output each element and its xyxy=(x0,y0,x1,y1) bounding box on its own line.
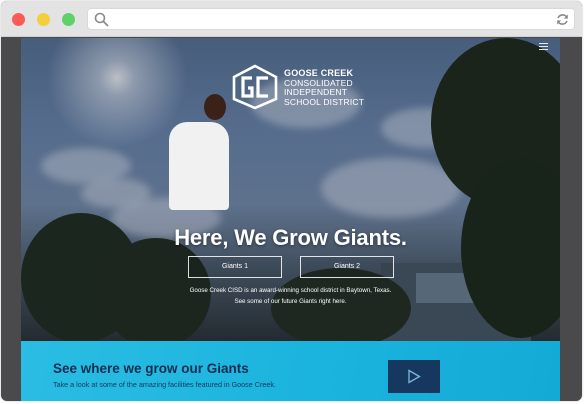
close-window-button[interactable] xyxy=(12,13,25,26)
hero-headline: Here, We Grow Giants. xyxy=(174,225,407,250)
hero-photo-child xyxy=(204,94,226,120)
district-name-line-4: SCHOOL DISTRICT xyxy=(284,96,365,107)
giants-2-button[interactable]: Giants 2 xyxy=(300,256,394,278)
browser-window: GOOSE CREEK CONSOLIDATED INDEPENDENT SCH… xyxy=(1,1,582,401)
district-name[interactable]: GOOSE CREEK CONSOLIDATED INDEPENDENT SCH… xyxy=(284,68,365,107)
maximize-window-button[interactable] xyxy=(62,13,75,26)
minimize-window-button[interactable] xyxy=(37,13,50,26)
district-logo-icon[interactable] xyxy=(230,64,280,110)
band-title: See where we grow our Giants xyxy=(53,361,249,376)
hero-tagline-line-2: See some of our future Giants right here… xyxy=(234,298,347,305)
hero-section: GOOSE CREEK CONSOLIDATED INDEPENDENT SCH… xyxy=(21,38,560,348)
giants-1-button[interactable]: Giants 1 xyxy=(188,256,282,278)
play-video-button[interactable] xyxy=(388,360,440,393)
hero-tagline: Goose Creek CISD is an award-winning sch… xyxy=(21,285,560,307)
browser-toolbar xyxy=(1,1,582,37)
video-promo-band: See where we grow our Giants Take a look… xyxy=(21,341,560,401)
hero-tagline-line-1: Goose Creek CISD is an award-winning sch… xyxy=(189,287,392,294)
search-icon xyxy=(94,12,109,27)
play-icon xyxy=(408,369,421,384)
hero-photo-lab-coat xyxy=(169,122,229,210)
address-bar[interactable] xyxy=(87,8,575,30)
web-page: GOOSE CREEK CONSOLIDATED INDEPENDENT SCH… xyxy=(21,38,560,401)
band-subtitle: Take a look at some of the amazing facil… xyxy=(53,380,276,389)
hamburger-icon[interactable] xyxy=(539,43,548,51)
reload-icon[interactable] xyxy=(555,12,570,27)
